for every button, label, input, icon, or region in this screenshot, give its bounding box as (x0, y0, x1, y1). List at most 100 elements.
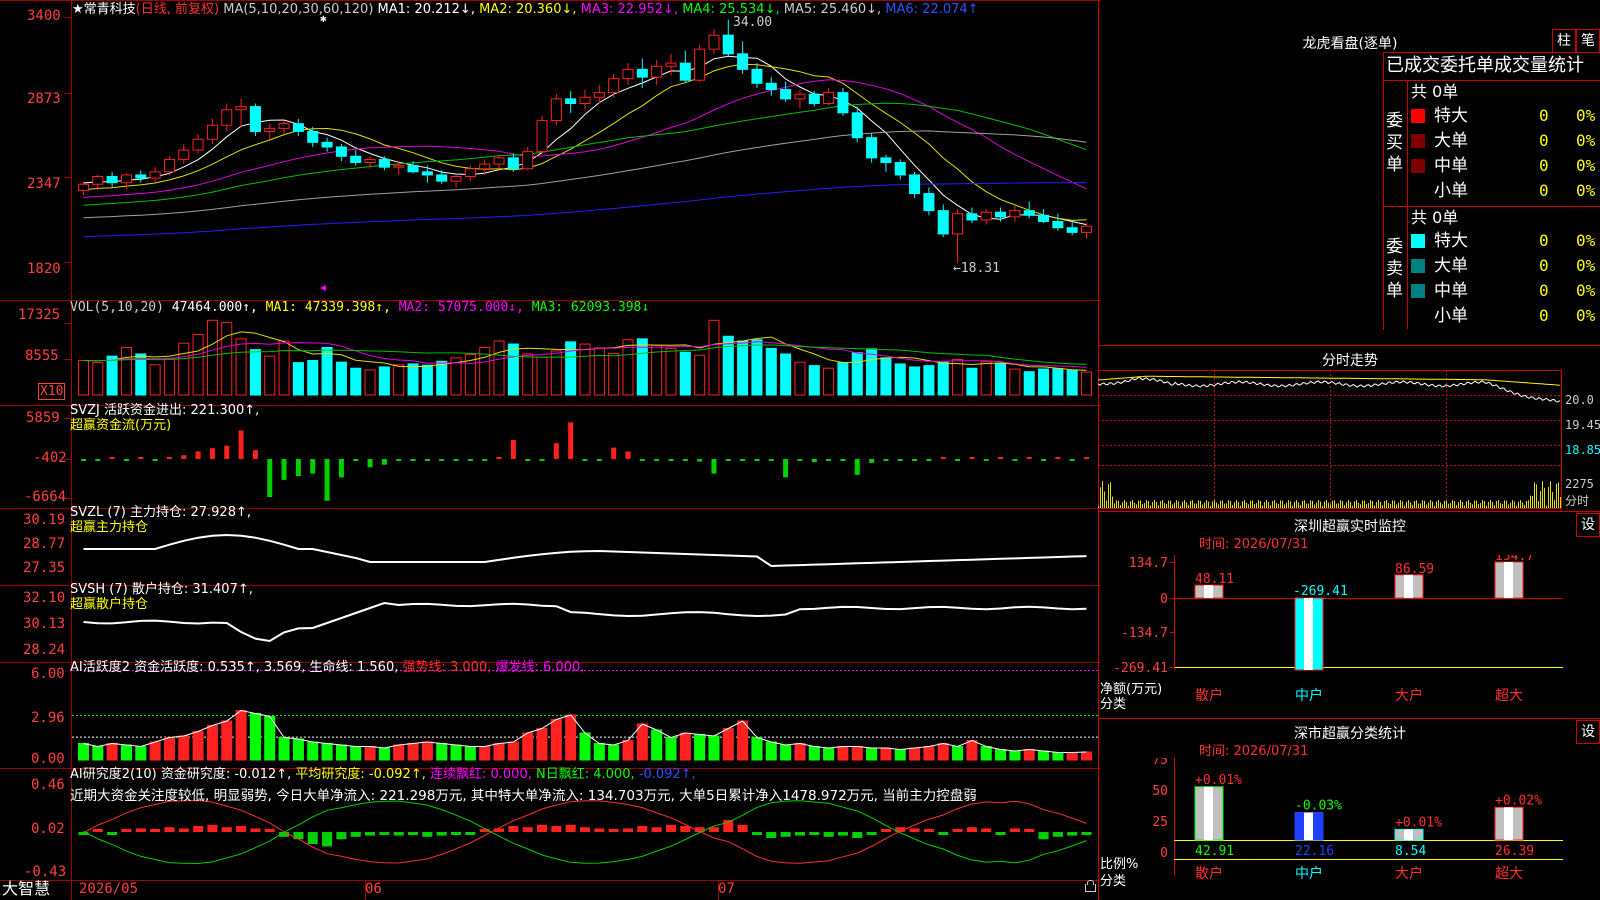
sell-row-count: 0 (1539, 281, 1549, 300)
volume-bar (679, 351, 691, 396)
volume-bar (808, 365, 820, 396)
svzj-bar (338, 459, 344, 478)
candle-body (249, 106, 261, 132)
ai1-bar (995, 749, 1007, 761)
ai1-strong: 强势线: 3.000, (402, 660, 492, 675)
svzj-bar (883, 459, 889, 461)
price-axis-label: 2347 (27, 176, 61, 192)
ai1-bar (894, 749, 906, 761)
svzj-bar (1041, 459, 1047, 461)
ai1-bar (737, 720, 749, 761)
kline-chart-area[interactable]: ✱ (0, 0, 1100, 900)
ai1-bar (536, 728, 548, 761)
svzj-bar (281, 459, 287, 480)
ai1-bar (249, 713, 261, 761)
candle-body (823, 92, 835, 105)
svzl-line (83, 533, 1087, 568)
ai2-bar (866, 832, 877, 835)
app-name: 大智慧 (2, 879, 51, 898)
vol-label: VOL(5,10,20) (70, 300, 164, 315)
volume-bar (350, 367, 362, 396)
vol-value: 47464.000↑, (171, 300, 258, 315)
svzj-bar (625, 451, 631, 459)
volume-bar (1038, 368, 1050, 396)
cls-bar-highlight (1204, 786, 1213, 840)
favorite-star-icon[interactable]: ★ (72, 2, 84, 17)
svzj-label: SVZJ 活跃资金进出: 221.300↑, (70, 403, 260, 418)
sell-row-count: 0 (1539, 231, 1549, 250)
ai2-bar (207, 824, 218, 832)
order-stats-divider (1383, 206, 1600, 207)
fs-axis-label: 分时 (1565, 494, 1590, 508)
candle-body (880, 157, 892, 164)
cls-axis-label: 25 (1152, 815, 1168, 830)
cls-unit-label: 比例% (1100, 857, 1139, 872)
volume-bar (378, 366, 390, 396)
svsh-axis-label: 30.13 (23, 616, 66, 632)
svzj-bar (1012, 459, 1018, 461)
candle-body (665, 62, 677, 67)
sz-time: 时间: 2026/07/31 (1199, 537, 1309, 552)
svzj-bar (998, 457, 1004, 459)
buy-side-title: 委买单 (1386, 111, 1403, 175)
volume-bar (593, 347, 605, 396)
svzj-bar (453, 459, 459, 461)
sz-settings-button[interactable]: 设 (1576, 513, 1600, 537)
bar-mode-button[interactable]: 柱 (1552, 29, 1576, 53)
ma5-value: MA5: 25.460↓, (783, 2, 882, 17)
svzj-bar (940, 457, 946, 459)
svzj-bar (295, 459, 301, 477)
svzj-bar (267, 459, 273, 497)
svzj-bar (811, 459, 817, 463)
svzj-bar (639, 459, 645, 461)
ai1-bar (780, 744, 792, 761)
sell-row-name: 小单 (1434, 306, 1468, 326)
lock-icon[interactable] (1085, 884, 1096, 892)
volume-bar (851, 352, 863, 396)
svzj-axis-label: -6664 (24, 489, 67, 505)
ai2-bar (579, 827, 591, 832)
volume-bar (493, 340, 505, 396)
ai2-bar (307, 832, 318, 844)
candle-body (694, 48, 706, 81)
candle-body (536, 120, 548, 153)
ai1-bar (651, 729, 663, 761)
svzj-bar (826, 459, 832, 461)
fs-axis-label: 18.85 (1565, 443, 1600, 457)
chart-mode[interactable]: (日线, 前复权) (136, 2, 219, 17)
intraday-chart[interactable] (1098, 370, 1600, 510)
ai2-bar (665, 824, 676, 832)
cls-cat-label: 分类 (1100, 874, 1127, 889)
ai1-axis-label: 2.96 (31, 710, 65, 726)
svzj-bar (955, 459, 961, 461)
sz-category-label: 大户 (1395, 687, 1423, 704)
svsh-line (83, 601, 1087, 643)
volume-bar (135, 353, 147, 396)
ai1-bar (335, 744, 347, 761)
volume-bar (178, 342, 190, 396)
ai2-bar (536, 824, 548, 832)
volume-bar (780, 353, 792, 396)
ai2-bar (651, 827, 662, 832)
date-label: 06 (365, 881, 382, 897)
sz-unit-label: 净额(万元) (1100, 682, 1163, 697)
tick-mode-button[interactable]: 笔 (1576, 29, 1600, 53)
candle-body (1081, 225, 1093, 233)
ai1-bar (106, 743, 118, 761)
ai1-bar (364, 746, 376, 761)
order-stats-tabs[interactable]: 已成交委托单成交量统计 (1386, 56, 1584, 76)
sz-axis-label: 134.7 (1129, 556, 1168, 571)
ai2-axis-label: 0.02 (31, 821, 65, 837)
fs-price-line (1098, 376, 1561, 403)
cls-settings-button[interactable]: 设 (1576, 720, 1600, 744)
volume-bar (837, 362, 849, 396)
candle-body (407, 165, 419, 173)
order-stats-divider (1407, 80, 1408, 329)
buy-row-percent: 0% (1576, 106, 1596, 125)
candle-body (636, 68, 648, 78)
volume-bar (249, 349, 261, 396)
cls-value-label: 22.16 (1295, 844, 1334, 859)
volume-bar (92, 362, 104, 396)
svzj-bar (152, 459, 158, 461)
volume-bar (421, 364, 433, 396)
